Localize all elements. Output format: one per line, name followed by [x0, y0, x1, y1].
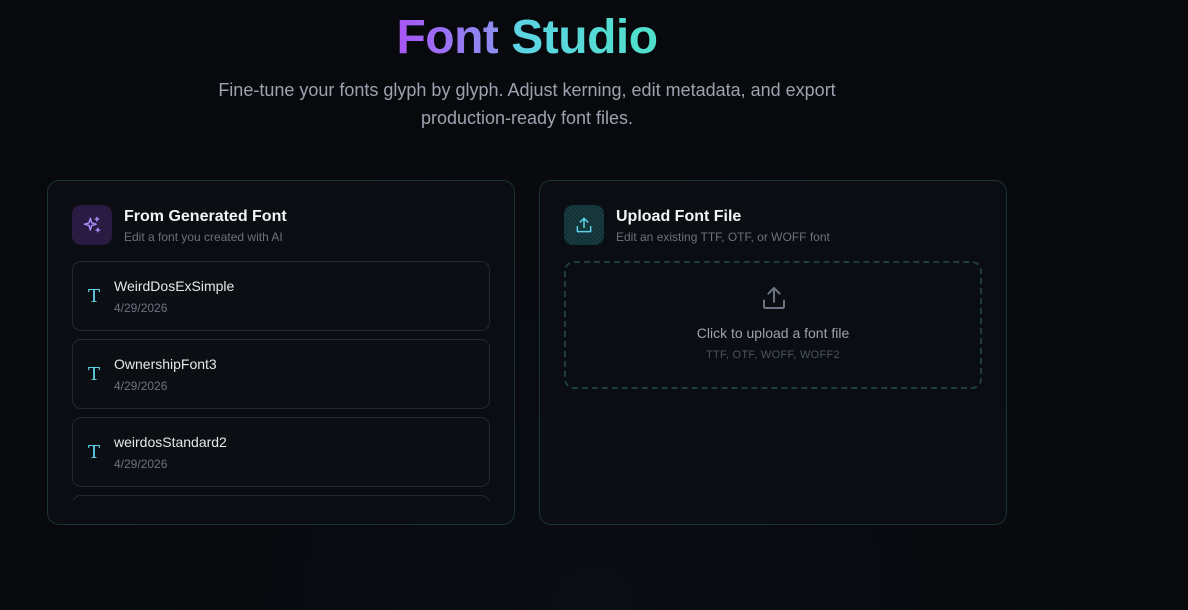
upload-font-card-header: Upload Font File Edit an existing TTF, O…: [564, 205, 830, 245]
font-name: OwnershipFont3: [114, 355, 217, 372]
generated-font-card-header: From Generated Font Edit a font you crea…: [72, 205, 287, 245]
sparkles-icon: [72, 205, 112, 245]
page-title: Font Studio: [0, 8, 1054, 68]
font-date: 4/29/2026: [114, 378, 168, 393]
upload-icon: [564, 205, 604, 245]
upload-arrow-icon: [759, 283, 789, 318]
font-name: WeirdDosExSimple: [114, 277, 235, 294]
font-list-item[interactable]: T weirdosStandard2 4/29/2026: [72, 417, 490, 487]
font-type-icon: T: [87, 285, 100, 307]
font-list-item[interactable]: T WeirdDosExSimple 4/29/2026: [72, 261, 490, 331]
upload-font-description: Edit an existing TTF, OTF, or WOFF font: [616, 229, 830, 244]
generated-font-description: Edit a font you created with AI: [124, 229, 283, 244]
page: Font Studio Fine-tune your fonts glyph b…: [0, 0, 1188, 610]
upload-font-title: Upload Font File: [616, 207, 742, 225]
font-name: weirdosStandard2: [114, 433, 227, 450]
font-type-icon: T: [87, 363, 100, 385]
font-list-item[interactable]: T: [72, 495, 490, 501]
font-type-icon: T: [87, 441, 100, 463]
generated-font-title: From Generated Font: [124, 207, 287, 225]
upload-font-card: Upload Font File Edit an existing TTF, O…: [539, 180, 1007, 525]
dropzone-formats: TTF, OTF, WOFF, WOFF2: [705, 349, 840, 361]
generated-font-list[interactable]: T WeirdDosExSimple 4/29/2026 T Ownership…: [72, 261, 490, 501]
title-word-studio: Studio: [511, 11, 658, 64]
font-date: 4/29/2026: [114, 456, 168, 471]
font-upload-dropzone[interactable]: Click to upload a font file TTF, OTF, WO…: [564, 261, 982, 389]
font-date: 4/29/2026: [114, 300, 168, 315]
page-subtitle: Fine-tune your fonts glyph by glyph. Adj…: [218, 80, 836, 128]
font-list-item[interactable]: T OwnershipFont3 4/29/2026: [72, 339, 490, 409]
dropzone-label: Click to upload a font file: [696, 325, 850, 341]
generated-font-card: From Generated Font Edit a font you crea…: [47, 180, 515, 525]
title-word-font: Font: [396, 11, 499, 64]
